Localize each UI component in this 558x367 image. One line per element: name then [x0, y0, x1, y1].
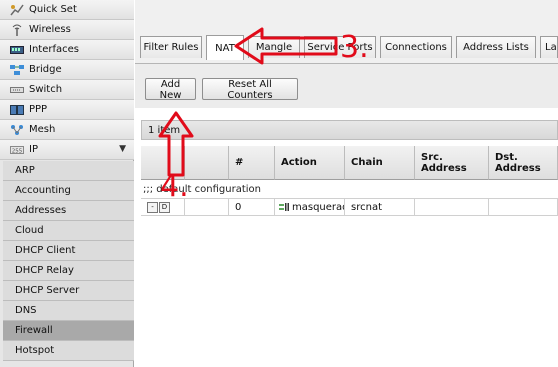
sidebar: Quick Set Wireless Interfaces Bridge Swi… — [0, 0, 134, 367]
remove-rule-button[interactable]: - — [147, 201, 158, 213]
column-header-number[interactable]: # — [229, 146, 275, 180]
add-new-button[interactable]: Add New — [145, 78, 196, 101]
mesh-icon — [10, 124, 24, 136]
item-count-bar: 1 item — [141, 120, 558, 140]
sidebar-item-mesh[interactable]: Mesh — [0, 120, 134, 140]
ip-icon: 255 — [10, 144, 24, 156]
tab-mangle[interactable]: Mangle — [248, 36, 300, 58]
submenu-item-dhcp-server[interactable]: DHCP Server — [3, 281, 134, 301]
sidebar-item-quick-set[interactable]: Quick Set — [0, 0, 134, 20]
sidebar-item-wireless[interactable]: Wireless — [0, 20, 134, 40]
column-header-src-address[interactable]: Src. Address — [415, 146, 489, 180]
sidebar-item-switch[interactable]: Switch — [0, 80, 134, 100]
row-src-address — [415, 199, 489, 215]
tab-nat[interactable]: NAT — [206, 35, 244, 60]
sidebar-item-label: IP — [29, 144, 38, 155]
interfaces-icon — [10, 44, 24, 56]
sidebar-item-bridge[interactable]: Bridge — [0, 60, 134, 80]
item-count: 1 item — [148, 124, 181, 136]
masquerade-icon — [279, 202, 289, 212]
submenu-item-hotspot[interactable]: Hotspot — [3, 341, 134, 361]
column-header-action[interactable]: Action — [275, 146, 345, 180]
row-action-label: masquerade — [292, 201, 344, 213]
sidebar-item-ppp[interactable]: PPP — [0, 100, 134, 120]
switch-icon — [10, 84, 24, 96]
sidebar-item-ip[interactable]: 255 IP ▼ — [0, 140, 134, 160]
row-dst-address — [489, 199, 558, 215]
ppp-icon — [10, 104, 24, 116]
submenu-item-dns[interactable]: DNS — [3, 301, 134, 321]
sidebar-item-label: Interfaces — [29, 44, 79, 55]
submenu-item-arp[interactable]: ARP — [3, 161, 134, 181]
row-action: masquerade — [275, 199, 345, 215]
bridge-icon — [10, 64, 24, 76]
submenu-item-dhcp-client[interactable]: DHCP Client — [3, 241, 134, 261]
column-header-dst-address[interactable]: Dst. Address — [489, 146, 558, 180]
sidebar-item-label: Switch — [29, 84, 63, 95]
chevron-down-icon[interactable]: ▼ — [119, 144, 126, 154]
reset-all-counters-button[interactable]: Reset All Counters — [202, 78, 298, 101]
submenu-item-cloud[interactable]: Cloud — [3, 221, 134, 241]
quick-set-icon — [10, 4, 24, 16]
sidebar-item-label: Bridge — [29, 64, 62, 75]
column-header-flags[interactable] — [185, 146, 229, 180]
row-chain: srcnat — [345, 199, 415, 215]
table-row[interactable]: - D 0 masquerade srcnat — [141, 198, 558, 216]
sidebar-item-label: Wireless — [29, 24, 71, 35]
sidebar-item-label: Quick Set — [29, 4, 77, 15]
submenu-item-firewall[interactable]: Firewall — [3, 321, 134, 341]
rule-comment: ;;; default configuration — [143, 183, 261, 195]
sidebar-item-label: PPP — [29, 104, 48, 115]
svg-text:255: 255 — [12, 148, 23, 154]
wireless-icon — [10, 24, 24, 36]
sidebar-item-label: Mesh — [29, 124, 56, 135]
toolbar: Add New Reset All Counters — [135, 64, 558, 108]
submenu-item-addresses[interactable]: Addresses — [3, 201, 134, 221]
annotation-step-4: 4. — [160, 169, 189, 204]
tab-connections[interactable]: Connections — [380, 36, 452, 58]
tab-layer7[interactable]: La — [540, 36, 558, 58]
annotation-step-3: 3. — [340, 30, 369, 65]
row-flags — [185, 199, 229, 215]
sidebar-item-interfaces[interactable]: Interfaces — [0, 40, 134, 60]
submenu-item-dhcp-relay[interactable]: DHCP Relay — [3, 261, 134, 281]
submenu-item-accounting[interactable]: Accounting — [3, 181, 134, 201]
row-number: 0 — [229, 199, 275, 215]
tab-address-lists[interactable]: Address Lists — [456, 36, 536, 58]
tab-filter-rules[interactable]: Filter Rules — [140, 36, 202, 58]
column-header-chain[interactable]: Chain — [345, 146, 415, 180]
